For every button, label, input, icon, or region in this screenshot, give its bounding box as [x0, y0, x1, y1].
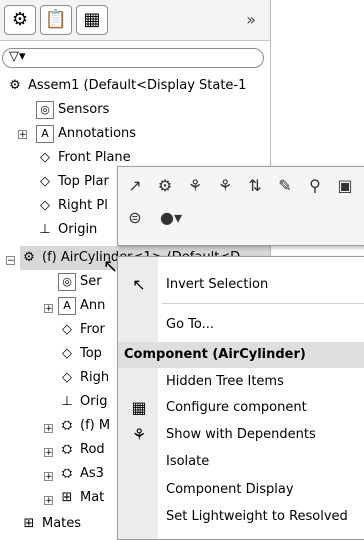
subtree-item-as3[interactable]: ⛭ As3: [58, 462, 104, 486]
plane-icon: ◇: [40, 197, 50, 213]
part-component-icon: ⚙: [23, 249, 35, 265]
menu-separator: [162, 303, 364, 304]
context-toolbar: ↗ ⚙ ⚘ ⚘ ⇅ ✎ ⚲ ▣ ⊜ ●▾: [117, 166, 364, 246]
tree-item-label: Ser: [80, 274, 102, 289]
configuration-manager-tab[interactable]: ▦: [76, 5, 108, 35]
show-with-dependents-icon: ⚘: [131, 425, 147, 444]
menu-item-go-to[interactable]: Go To...: [166, 313, 214, 337]
feature-manager-icon: ⚙: [11, 9, 29, 30]
fix-icon[interactable]: ⚲: [304, 175, 326, 197]
origin-icon: ⊥: [39, 221, 51, 237]
tree-item-label: Rod: [80, 442, 105, 457]
hide-components-icon[interactable]: ⚘: [184, 175, 206, 197]
tree-filter-bar[interactable]: ▽▾: [2, 48, 264, 68]
feature-manager-tab[interactable]: ⚙: [4, 5, 36, 35]
menu-section-header: Component (AirCylinder): [118, 342, 364, 368]
tree-item-label: Origin: [58, 222, 98, 237]
edit-feature-icon[interactable]: ✎: [274, 175, 296, 197]
subtree-item-mates[interactable]: ⊞ Mat: [58, 486, 105, 510]
expand-toggle[interactable]: +: [44, 472, 53, 482]
expand-toggle[interactable]: +: [44, 424, 53, 434]
plane-icon: ◇: [40, 173, 50, 189]
subtree-item-top-plane[interactable]: ◇ Top: [58, 342, 102, 366]
tree-item-label: Top Plar: [58, 174, 109, 189]
edit-part-icon[interactable]: ⚙: [154, 175, 176, 197]
mouse-cursor-icon: ↖: [103, 256, 119, 277]
expand-toggle[interactable]: +: [18, 130, 27, 140]
solidworks-window: ⚙ 📋 ▦ » ▽▾ ⚙ Assem1 (Default<Display Stat…: [0, 0, 364, 540]
open-part-icon[interactable]: ↗: [124, 175, 146, 197]
menu-item-component-display[interactable]: Component Display: [166, 478, 294, 502]
menu-item-set-lightweight[interactable]: Set Lightweight to Resolved: [166, 505, 348, 529]
part-icon: ⛭: [61, 465, 73, 481]
sensors-icon: ◎: [36, 100, 54, 119]
context-menu: ↖ Invert Selection Go To... Component (A…: [117, 256, 364, 540]
tree-item-label: (f) M: [80, 418, 111, 433]
collapse-toggle[interactable]: −: [6, 256, 15, 266]
tree-item-label: Orig: [80, 394, 108, 409]
subtree-item-front-plane[interactable]: ◇ Fror: [58, 318, 105, 342]
menu-item-show-with-dependents[interactable]: Show with Dependents: [166, 423, 316, 447]
expand-panel-button[interactable]: »: [246, 10, 256, 29]
tree-item-label: Ann: [80, 298, 106, 313]
subtree-item-origin[interactable]: ⊥ Orig: [58, 390, 107, 414]
menu-item-invert-selection[interactable]: Invert Selection: [166, 273, 268, 297]
menu-item-configure-component[interactable]: Configure component: [166, 396, 307, 420]
expand-toggle[interactable]: +: [44, 448, 53, 458]
sensors-icon: ◎: [58, 272, 76, 291]
tree-item-label: Right Pl: [58, 198, 108, 213]
property-manager-tab[interactable]: 📋: [40, 5, 72, 35]
subtree-item-part-m[interactable]: ⛭ (f) M: [58, 414, 110, 438]
part-icon: ⛭: [61, 417, 73, 433]
tree-item-mates[interactable]: ⊞ Mates: [20, 512, 82, 536]
tree-root-label: Assem1 (Default<Display State-1: [28, 78, 247, 93]
tree-item-annotations[interactable]: A Annotations: [36, 122, 136, 146]
tree-item-label: Mates: [42, 516, 82, 531]
manager-tab-bar: ⚙ 📋 ▦ »: [0, 0, 270, 41]
change-transparency-icon[interactable]: ⚘: [214, 175, 236, 197]
property-manager-icon: 📋: [44, 9, 68, 30]
annotations-icon: A: [36, 124, 54, 143]
origin-icon: ⊥: [61, 393, 73, 409]
plane-icon: ◇: [62, 321, 72, 337]
tree-item-label: Front Plane: [58, 150, 131, 165]
annotations-icon: A: [58, 296, 76, 315]
tree-item-label: As3: [80, 466, 104, 481]
tree-item-label: Sensors: [58, 102, 110, 117]
tree-item-right-plane[interactable]: ◇ Right Pl: [36, 194, 108, 218]
subtree-item-right-plane[interactable]: ◇ Righ: [58, 366, 109, 390]
subtree-item-annotations[interactable]: A Ann: [58, 294, 105, 318]
zoom-to-selection-icon[interactable]: ⊜: [124, 207, 146, 229]
mates-icon: ⊞: [23, 515, 35, 531]
plane-icon: ◇: [62, 369, 72, 385]
tree-item-label: Mat: [80, 490, 105, 505]
tree-item-label: Top: [80, 346, 102, 361]
properties-icon[interactable]: ▣: [334, 175, 356, 197]
menu-item-hidden-tree-items[interactable]: Hidden Tree Items: [166, 370, 284, 394]
subtree-item-sensors[interactable]: ◎ Ser: [58, 270, 102, 294]
part-icon: ⛭: [61, 441, 73, 457]
tree-item-top-plane[interactable]: ◇ Top Plar: [36, 170, 109, 194]
tree-item-label: Fror: [80, 322, 105, 337]
make-virtual-icon[interactable]: ⇅: [244, 175, 266, 197]
configure-component-icon: ▦: [131, 398, 147, 417]
plane-icon: ◇: [40, 149, 50, 165]
expand-toggle[interactable]: +: [44, 304, 53, 314]
assembly-icon: ⚙: [9, 77, 21, 93]
configuration-manager-icon: ▦: [83, 9, 101, 30]
menu-item-isolate[interactable]: Isolate: [166, 450, 209, 474]
appearance-icon[interactable]: ●▾: [154, 207, 188, 229]
tree-item-sensors[interactable]: ◎ Sensors: [36, 98, 109, 122]
tree-root-assembly[interactable]: ⚙ Assem1 (Default<Display State-1: [6, 74, 246, 98]
mates-icon: ⊞: [61, 489, 73, 505]
subtree-item-rod[interactable]: ⛭ Rod: [58, 438, 105, 462]
invert-selection-icon: ↖: [132, 275, 146, 294]
plane-icon: ◇: [62, 345, 72, 361]
filter-icon[interactable]: ▽▾: [9, 49, 26, 64]
tree-item-label: Annotations: [58, 126, 137, 141]
tree-item-label: Righ: [80, 370, 110, 385]
expand-toggle[interactable]: +: [44, 496, 53, 506]
tree-item-origin[interactable]: ⊥ Origin: [36, 218, 97, 242]
